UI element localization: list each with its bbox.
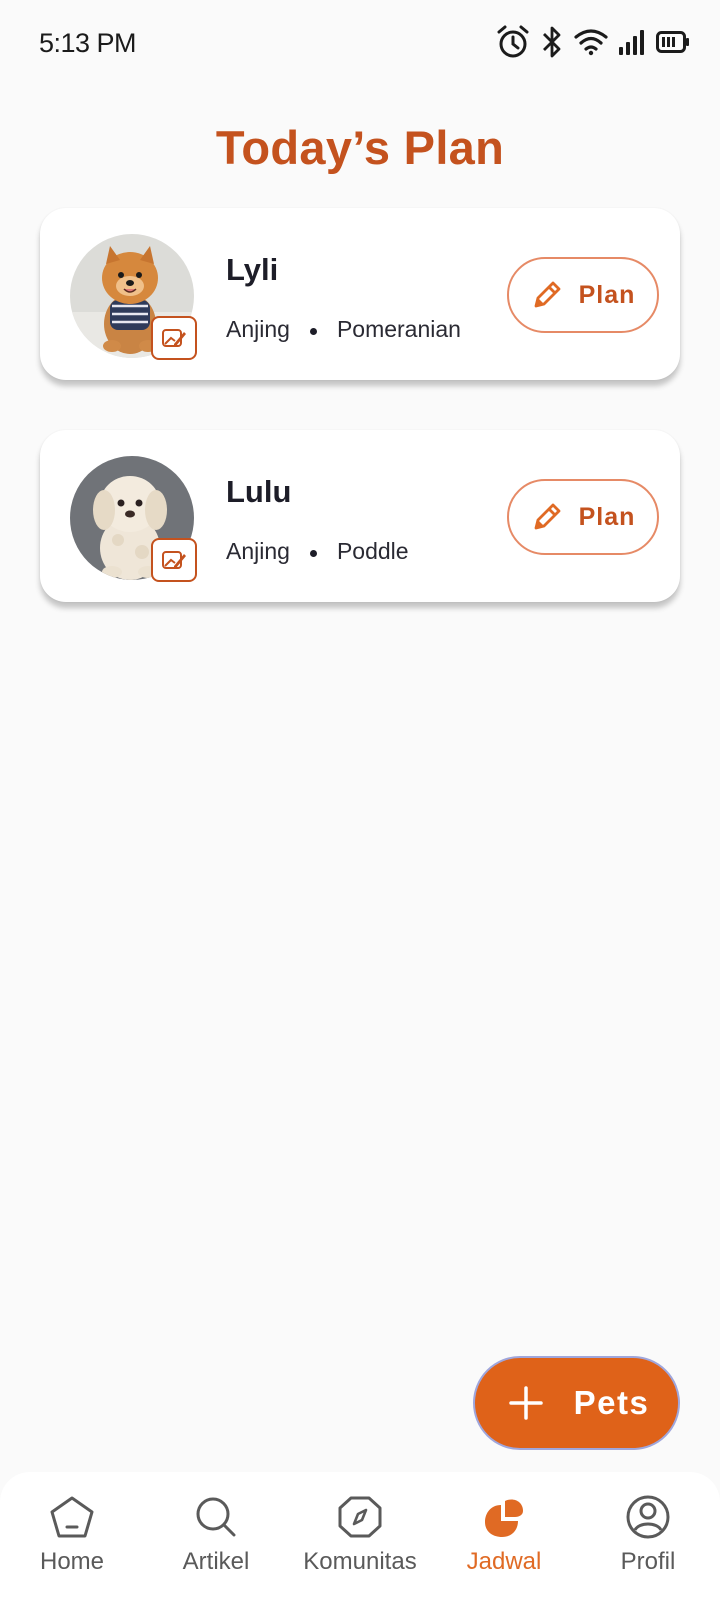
pet-name: Lulu: [226, 474, 292, 509]
wifi-icon: [574, 29, 608, 56]
signal-icon: [619, 30, 644, 55]
user-circle-icon: [626, 1495, 670, 1539]
nav-komunitas[interactable]: Komunitas: [288, 1472, 432, 1600]
pencil-icon: [534, 281, 560, 308]
battery-icon: [656, 31, 689, 53]
pet-meta: Anjing Pomeranian: [226, 316, 461, 343]
nav-artikel[interactable]: Artikel: [144, 1472, 288, 1600]
nav-jadwal-label: Jadwal: [466, 1548, 542, 1575]
pet-name: Lyli: [226, 252, 279, 287]
plan-button-label: Plan: [578, 280, 636, 309]
alarm-icon: [497, 25, 529, 58]
page-title: Today’s Plan: [215, 121, 505, 174]
bottom-nav: Home Artikel Komunitas Jadwal Profil: [0, 1472, 720, 1600]
schedule-blob-icon: [485, 1499, 523, 1537]
status-icons: [496, 24, 690, 60]
nav-home-label: Home: [39, 1548, 105, 1575]
nav-artikel-label: Artikel: [182, 1548, 250, 1575]
nav-profil[interactable]: Profil: [576, 1472, 720, 1600]
pet-breed: Poddle: [336, 538, 409, 564]
pet-species: Anjing: [226, 538, 290, 564]
status-bar: 5:13 PM: [0, 0, 720, 86]
plan-button[interactable]: Plan: [507, 257, 659, 333]
edit-image-icon: [162, 329, 186, 347]
search-icon: [196, 1497, 236, 1537]
nav-komunitas-label: Komunitas: [303, 1548, 417, 1575]
pentagon-home-icon: [50, 1496, 94, 1538]
pet-card[interactable]: Lyli Anjing Pomeranian Plan: [40, 208, 680, 380]
edit-image-icon: [162, 551, 186, 569]
plan-button-label: Plan: [578, 502, 636, 531]
plan-button[interactable]: Plan: [507, 479, 659, 555]
add-pets-button[interactable]: Pets: [473, 1356, 680, 1450]
nav-home[interactable]: Home: [0, 1472, 144, 1600]
nav-profil-label: Profil: [620, 1548, 676, 1575]
add-pets-label: Pets: [573, 1384, 650, 1421]
status-time: 5:13 PM: [39, 28, 137, 58]
pet-card[interactable]: Lulu Anjing Poddle Plan: [40, 430, 680, 602]
pet-meta: Anjing Poddle: [226, 538, 409, 565]
plus-icon: [508, 1386, 543, 1420]
nav-jadwal[interactable]: Jadwal: [432, 1472, 576, 1600]
separator-dot: [309, 328, 317, 335]
bluetooth-icon: [543, 26, 561, 58]
edit-photo-button[interactable]: [151, 538, 197, 582]
separator-dot: [309, 550, 317, 557]
edit-photo-button[interactable]: [151, 316, 197, 360]
pet-breed: Pomeranian: [336, 316, 461, 342]
pencil-icon: [534, 503, 560, 530]
compass-icon: [338, 1496, 382, 1538]
pet-species: Anjing: [226, 316, 290, 342]
